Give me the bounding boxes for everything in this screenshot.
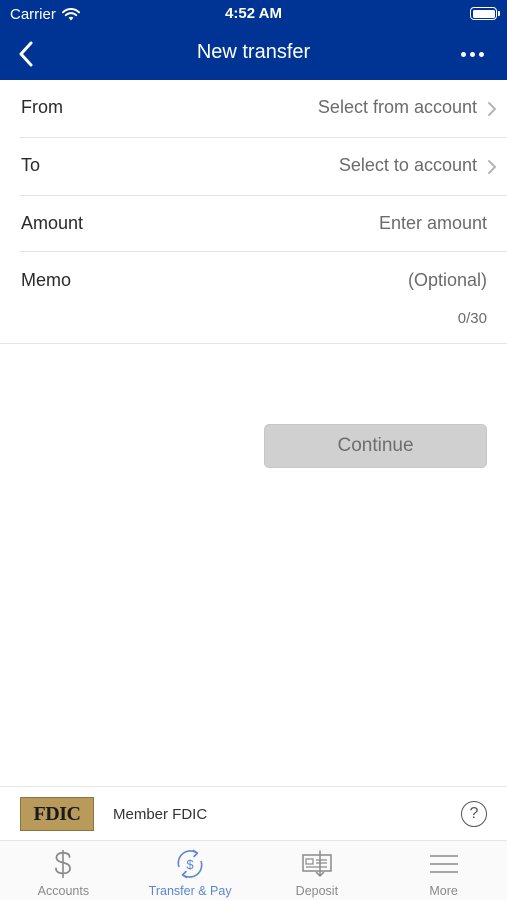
- help-icon[interactable]: ?: [461, 801, 487, 827]
- ellipsis-icon: [460, 51, 466, 57]
- menu-icon: [429, 855, 458, 873]
- tab-more[interactable]: More: [380, 841, 507, 900]
- tab-bar: Accounts $ Transfer & Pay Deposit More: [0, 841, 507, 900]
- transfer-form: From Select from account To Select to ac…: [0, 80, 507, 344]
- memo-label: Memo: [21, 270, 72, 290]
- transfer-pay-icon: $: [177, 849, 203, 879]
- memo-char-counter: 0/30: [457, 310, 487, 327]
- chevron-right-icon: [488, 102, 496, 116]
- amount-input[interactable]: Enter amount: [379, 213, 487, 234]
- amount-label: Amount: [21, 213, 84, 233]
- fdic-logo-text: FDIC: [33, 802, 81, 825]
- deposit-check-icon: [302, 850, 332, 877]
- memo-row[interactable]: Memo (Optional) 0/30: [0, 252, 507, 344]
- fdic-logo: FDIC: [20, 797, 94, 831]
- more-options-button[interactable]: [457, 41, 487, 67]
- chevron-right-icon: [488, 160, 496, 174]
- from-account-value: Select from account: [317, 97, 477, 117]
- tab-label: Accounts: [37, 884, 90, 898]
- status-bar: Carrier 4:52 AM: [0, 0, 507, 28]
- amount-row[interactable]: Amount Enter amount: [20, 196, 507, 252]
- clock: 4:52 AM: [225, 5, 282, 22]
- app-header: Carrier 4:52 AM New transfer: [0, 0, 507, 80]
- memo-input[interactable]: (Optional): [408, 270, 487, 291]
- member-fdic-text: Member FDIC: [113, 806, 208, 823]
- tab-accounts[interactable]: Accounts: [0, 841, 127, 900]
- tab-label: Deposit: [295, 884, 339, 898]
- tab-deposit[interactable]: Deposit: [254, 841, 381, 900]
- nav-bar: New transfer: [0, 28, 507, 80]
- to-account-value: Select to account: [338, 155, 477, 175]
- from-account-row[interactable]: From Select from account: [20, 80, 507, 138]
- continue-button[interactable]: Continue: [264, 424, 487, 468]
- tab-transfer-pay[interactable]: $ Transfer & Pay: [127, 841, 254, 900]
- fdic-bar: FDIC Member FDIC ?: [0, 786, 507, 841]
- from-label: From: [21, 97, 63, 117]
- tab-label: Transfer & Pay: [148, 884, 232, 898]
- to-label: To: [21, 155, 41, 175]
- page-title: New transfer: [196, 41, 311, 63]
- battery-icon: [470, 7, 500, 20]
- to-account-row[interactable]: To Select to account: [20, 138, 507, 196]
- tab-label: More: [429, 884, 458, 898]
- dollar-icon: [55, 850, 72, 878]
- svg-text:$: $: [187, 857, 195, 872]
